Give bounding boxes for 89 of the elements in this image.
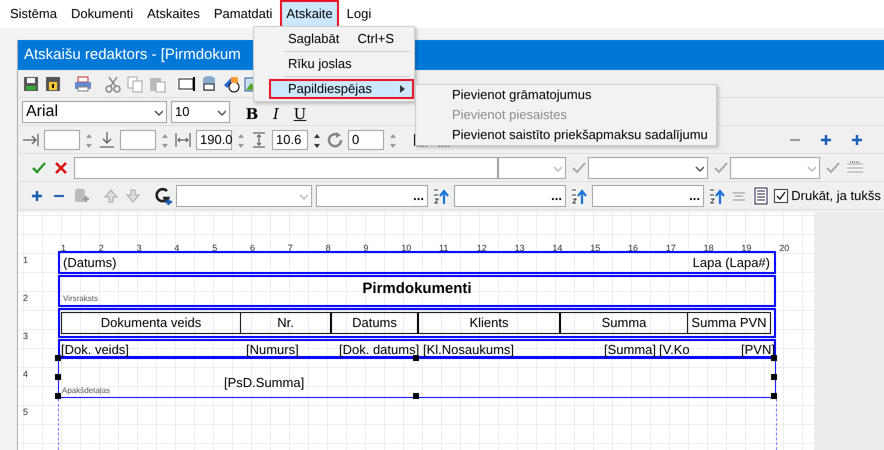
band-label: Apakšdetaļas <box>62 385 110 397</box>
selection-handle[interactable] <box>55 393 61 399</box>
copy-icon[interactable] <box>126 74 144 92</box>
dropdown[interactable] <box>498 156 566 178</box>
spacing-icon[interactable] <box>98 130 116 148</box>
menu-bar-item[interactable]: Dokumenti <box>64 0 140 28</box>
width-field[interactable]: 190.0 <box>196 130 232 150</box>
report-field[interactable]: (Datums) <box>63 255 116 270</box>
ruler-number: 20 <box>779 242 790 255</box>
report-title[interactable]: Pirmdokumenti <box>362 280 472 298</box>
report-field[interactable]: [Kl.Nosaukums] <box>423 342 514 357</box>
submenu-item: Pievienot piesaistes <box>451 106 568 124</box>
report-band[interactable]: Apakšdetaļas [PsD.Summa] <box>58 358 776 398</box>
column-heading[interactable]: Summa <box>560 312 688 334</box>
spacing-field[interactable] <box>120 130 156 150</box>
selection-handle[interactable] <box>55 355 61 361</box>
save-as-icon[interactable] <box>44 74 62 92</box>
page-break-icon[interactable] <box>752 186 770 204</box>
save-icon[interactable] <box>22 74 40 92</box>
checkbox[interactable] <box>774 188 788 202</box>
font-select[interactable]: Arial <box>22 100 167 122</box>
height-icon[interactable] <box>250 130 268 148</box>
report-field[interactable]: [PVN] <box>741 342 775 357</box>
menu-bar-item[interactable]: Atskaite <box>280 0 339 28</box>
ruler-number: 1 <box>23 254 28 267</box>
column-heading[interactable]: Summa PVN <box>687 312 771 334</box>
column-heading[interactable]: Dokumenta veids <box>61 312 241 334</box>
sort-icon[interactable] <box>570 186 588 204</box>
move-up-icon[interactable] <box>102 186 120 204</box>
column-heading[interactable]: Klients <box>418 312 560 334</box>
submenu-item[interactable]: Pievienot grāmatojumus <box>416 85 716 105</box>
submenu-arrow-icon <box>398 84 406 94</box>
database-icon[interactable] <box>72 186 90 204</box>
menu-bar-item[interactable]: Atskaites <box>141 0 206 28</box>
report-field[interactable]: [Dok. veids] <box>61 342 129 357</box>
lookup-field[interactable]: ... <box>592 184 704 206</box>
move-down-icon[interactable] <box>124 186 142 204</box>
ellipsis-button[interactable]: ... <box>413 186 424 206</box>
selection-handle[interactable] <box>771 374 777 380</box>
selection-handle[interactable] <box>771 393 777 399</box>
menu-bar-item[interactable]: Sistēma <box>4 0 63 28</box>
report-band[interactable]: Dokumenta veids Nr. Datums Klients Summa Summa PVN <box>58 308 776 338</box>
report-field[interactable]: Lapa (Lapa#) <box>692 255 770 270</box>
dropdown[interactable] <box>730 156 820 178</box>
menu-item[interactable]: Papildiespējas <box>269 79 414 99</box>
column-heading[interactable]: Datums <box>331 312 418 334</box>
print-icon[interactable] <box>74 74 92 92</box>
lookup-field[interactable]: ... <box>316 184 428 206</box>
font-size-select[interactable]: 10 <box>171 100 230 122</box>
menu-bar-item[interactable]: Pamatdati <box>208 0 278 28</box>
database-field-icon[interactable] <box>200 74 218 92</box>
ruler-number: 2 <box>23 292 28 305</box>
sort-icon[interactable] <box>708 186 726 204</box>
report-field[interactable]: [PsD.Summa] <box>224 375 304 390</box>
report-field[interactable]: [Numurs] <box>246 342 299 357</box>
cut-icon[interactable] <box>104 74 122 92</box>
report-field[interactable]: [Summa] <box>604 342 656 357</box>
expression-field[interactable] <box>74 156 498 178</box>
checkbox-label: Drukāt, ja tukšs <box>791 186 881 205</box>
italic-button[interactable]: I <box>266 107 286 122</box>
underline-button[interactable]: U <box>290 107 310 122</box>
ellipsis-button[interactable]: ... <box>689 186 700 206</box>
indent-field[interactable] <box>44 130 80 150</box>
selection-handle[interactable] <box>55 374 61 380</box>
submenu-item[interactable]: Pievienot saistīto priekšapmaksu sadalījumu <box>416 125 716 145</box>
add-group-icon[interactable] <box>154 186 172 204</box>
lookup-field[interactable]: ... <box>454 184 566 206</box>
menu-bar-item[interactable]: Logi <box>340 0 378 28</box>
report-band[interactable]: Virsraksts Pirmdokumenti <box>58 275 776 307</box>
column-heading[interactable]: Nr. <box>240 312 331 334</box>
selection-handle[interactable] <box>413 393 419 399</box>
ellipsis-button[interactable]: ... <box>551 186 562 206</box>
report-band[interactable]: (Datums) Lapa (Lapa#) <box>58 251 776 274</box>
text-field-icon[interactable] <box>178 74 196 92</box>
shapes-icon[interactable] <box>222 74 240 92</box>
selection-handle[interactable] <box>771 355 777 361</box>
band-label: Virsraksts <box>63 293 98 305</box>
report-field[interactable]: [Dok. datums] <box>339 342 420 357</box>
ruler-number: 4 <box>23 368 28 381</box>
ruler-number: 5 <box>23 406 28 419</box>
bold-button[interactable]: B <box>242 107 262 122</box>
width-icon[interactable] <box>174 130 192 148</box>
selection-handle[interactable] <box>413 355 419 361</box>
report-field[interactable]: [V.Ko <box>659 342 714 357</box>
sort-icon[interactable] <box>432 186 450 204</box>
height-field[interactable]: 10.6 <box>272 130 308 150</box>
report-band[interactable]: [Dok. veids] [Numurs] [Dok. datums] [Kl.Nosaukums] [Summa] [V.Ko [PVN] <box>58 339 776 358</box>
rotate-field[interactable]: 0 <box>348 130 384 150</box>
ruler-number: 3 <box>23 330 28 343</box>
